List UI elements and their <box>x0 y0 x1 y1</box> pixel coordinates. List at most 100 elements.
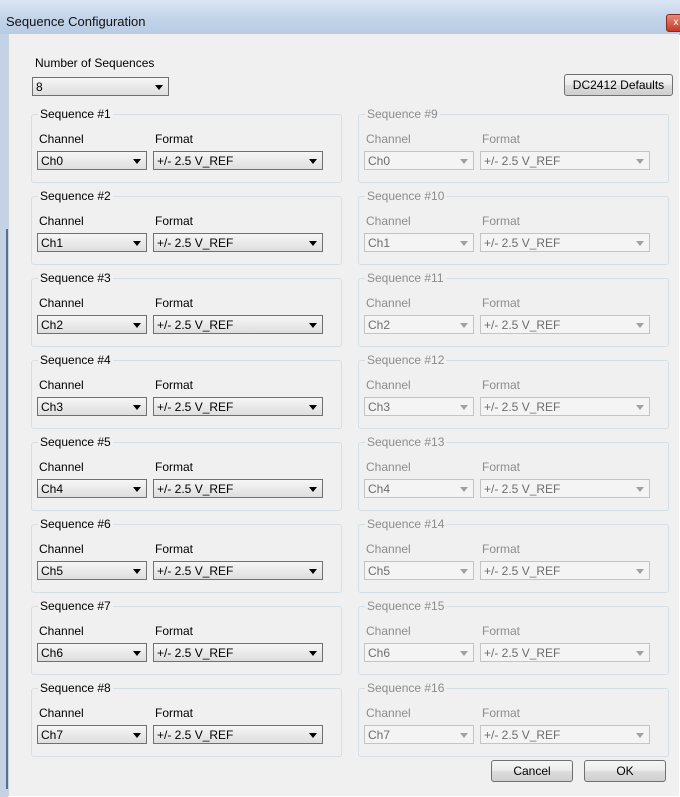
channel-select[interactable]: Ch4 <box>37 479 147 498</box>
format-label: Format <box>482 378 521 392</box>
channel-label: Channel <box>39 706 84 720</box>
format-select: +/- 2.5 V_REF <box>480 725 650 744</box>
chevron-down-icon <box>460 569 468 574</box>
channel-label: Channel <box>366 378 411 392</box>
chevron-down-icon <box>636 159 644 164</box>
ok-button[interactable]: OK <box>584 760 666 782</box>
chevron-down-icon <box>309 487 317 492</box>
format-select[interactable]: +/- 2.5 V_REF <box>153 315 323 334</box>
sequence-group-3: Sequence #3 Channel Format Ch2 +/- 2.5 V_REF <box>31 271 342 347</box>
channel-select[interactable]: Ch6 <box>37 643 147 662</box>
format-select: +/- 2.5 V_REF <box>480 397 650 416</box>
channel-value: Ch3 <box>368 400 391 414</box>
number-of-sequences-select[interactable]: 8 <box>32 77 169 96</box>
sequence-group-12: Sequence #12 Channel Format Ch3 +/- 2.5 V_RE… <box>358 353 669 429</box>
sequence-title: Sequence #16 <box>365 681 447 695</box>
chevron-down-icon <box>309 733 317 738</box>
channel-select[interactable]: Ch3 <box>37 397 147 416</box>
resize-grip-icon[interactable] <box>669 786 677 794</box>
sequence-group-13: Sequence #13 Channel Format Ch4 +/- 2.5 V_RE… <box>358 435 669 511</box>
format-select[interactable]: +/- 2.5 V_REF <box>153 561 323 580</box>
chevron-down-icon <box>460 241 468 246</box>
sequence-title: Sequence #5 <box>38 435 113 449</box>
sequence-group-16: Sequence #16 Channel Format Ch7 +/- 2.5 V_RE… <box>358 681 669 757</box>
channel-select[interactable]: Ch7 <box>37 725 147 744</box>
channel-label: Channel <box>366 542 411 556</box>
channel-value: Ch2 <box>41 318 64 332</box>
channel-value: Ch7 <box>41 728 64 742</box>
channel-value: Ch6 <box>368 646 391 660</box>
sequence-title: Sequence #2 <box>38 189 113 203</box>
sequence-group-15: Sequence #15 Channel Format Ch6 +/- 2.5 V_RE… <box>358 599 669 675</box>
format-select[interactable]: +/- 2.5 V_REF <box>153 479 323 498</box>
chevron-down-icon <box>155 85 163 90</box>
format-label: Format <box>155 624 194 638</box>
chevron-down-icon <box>460 405 468 410</box>
chevron-down-icon <box>636 733 644 738</box>
channel-value: Ch7 <box>368 728 391 742</box>
format-label: Format <box>482 624 521 638</box>
sequence-group-10: Sequence #10 Channel Format Ch1 +/- 2.5 V_RE… <box>358 189 669 265</box>
format-select[interactable]: +/- 2.5 V_REF <box>153 397 323 416</box>
dialog-client-area: Number of Sequences 8 DC2412 Defaults Se… <box>8 34 679 796</box>
sequence-title: Sequence #10 <box>365 189 447 203</box>
sequence-title: Sequence #7 <box>38 599 113 613</box>
sequence-group-11: Sequence #11 Channel Format Ch2 +/- 2.5 V_RE… <box>358 271 669 347</box>
channel-value: Ch1 <box>41 236 64 250</box>
format-select[interactable]: +/- 2.5 V_REF <box>153 725 323 744</box>
sequence-title: Sequence #12 <box>365 353 447 367</box>
chevron-down-icon <box>460 323 468 328</box>
format-label: Format <box>155 706 194 720</box>
format-label: Format <box>482 214 521 228</box>
channel-select[interactable]: Ch1 <box>37 233 147 252</box>
format-value: +/- 2.5 V_REF <box>484 400 561 414</box>
format-label: Format <box>155 296 194 310</box>
channel-label: Channel <box>39 132 84 146</box>
format-label: Format <box>155 542 194 556</box>
cancel-button[interactable]: Cancel <box>491 760 573 782</box>
sequence-title: Sequence #15 <box>365 599 447 613</box>
chevron-down-icon <box>133 405 141 410</box>
channel-value: Ch4 <box>41 482 64 496</box>
channel-label: Channel <box>39 378 84 392</box>
channel-select[interactable]: Ch2 <box>37 315 147 334</box>
close-icon[interactable]: x <box>666 14 680 32</box>
sequence-title: Sequence #3 <box>38 271 113 285</box>
format-select[interactable]: +/- 2.5 V_REF <box>153 151 323 170</box>
chevron-down-icon <box>636 487 644 492</box>
chevron-down-icon <box>309 323 317 328</box>
channel-select: Ch6 <box>364 643 474 662</box>
channel-select[interactable]: Ch0 <box>37 151 147 170</box>
sequence-title: Sequence #6 <box>38 517 113 531</box>
channel-label: Channel <box>366 706 411 720</box>
format-select: +/- 2.5 V_REF <box>480 643 650 662</box>
chevron-down-icon <box>133 241 141 246</box>
channel-value: Ch5 <box>41 564 64 578</box>
format-label: Format <box>482 542 521 556</box>
format-select[interactable]: +/- 2.5 V_REF <box>153 233 323 252</box>
format-label: Format <box>482 460 521 474</box>
chevron-down-icon <box>133 569 141 574</box>
format-select[interactable]: +/- 2.5 V_REF <box>153 643 323 662</box>
format-value: +/- 2.5 V_REF <box>484 154 561 168</box>
format-value: +/- 2.5 V_REF <box>484 482 561 496</box>
channel-select: Ch3 <box>364 397 474 416</box>
window-left-border <box>0 34 8 797</box>
chevron-down-icon <box>133 733 141 738</box>
chevron-down-icon <box>460 487 468 492</box>
format-select: +/- 2.5 V_REF <box>480 479 650 498</box>
dc2412-defaults-button[interactable]: DC2412 Defaults <box>564 74 673 96</box>
channel-label: Channel <box>39 296 84 310</box>
format-label: Format <box>155 460 194 474</box>
channel-select[interactable]: Ch5 <box>37 561 147 580</box>
chevron-down-icon <box>309 405 317 410</box>
number-of-sequences-label: Number of Sequences <box>35 56 155 70</box>
channel-label: Channel <box>39 214 84 228</box>
chevron-down-icon <box>309 651 317 656</box>
sequence-group-1: Sequence #1 Channel Format Ch0 +/- 2.5 V_REF <box>31 107 342 183</box>
channel-label: Channel <box>366 296 411 310</box>
format-select: +/- 2.5 V_REF <box>480 315 650 334</box>
channel-value: Ch4 <box>368 482 391 496</box>
sequence-group-2: Sequence #2 Channel Format Ch1 +/- 2.5 V_REF <box>31 189 342 265</box>
channel-label: Channel <box>366 132 411 146</box>
